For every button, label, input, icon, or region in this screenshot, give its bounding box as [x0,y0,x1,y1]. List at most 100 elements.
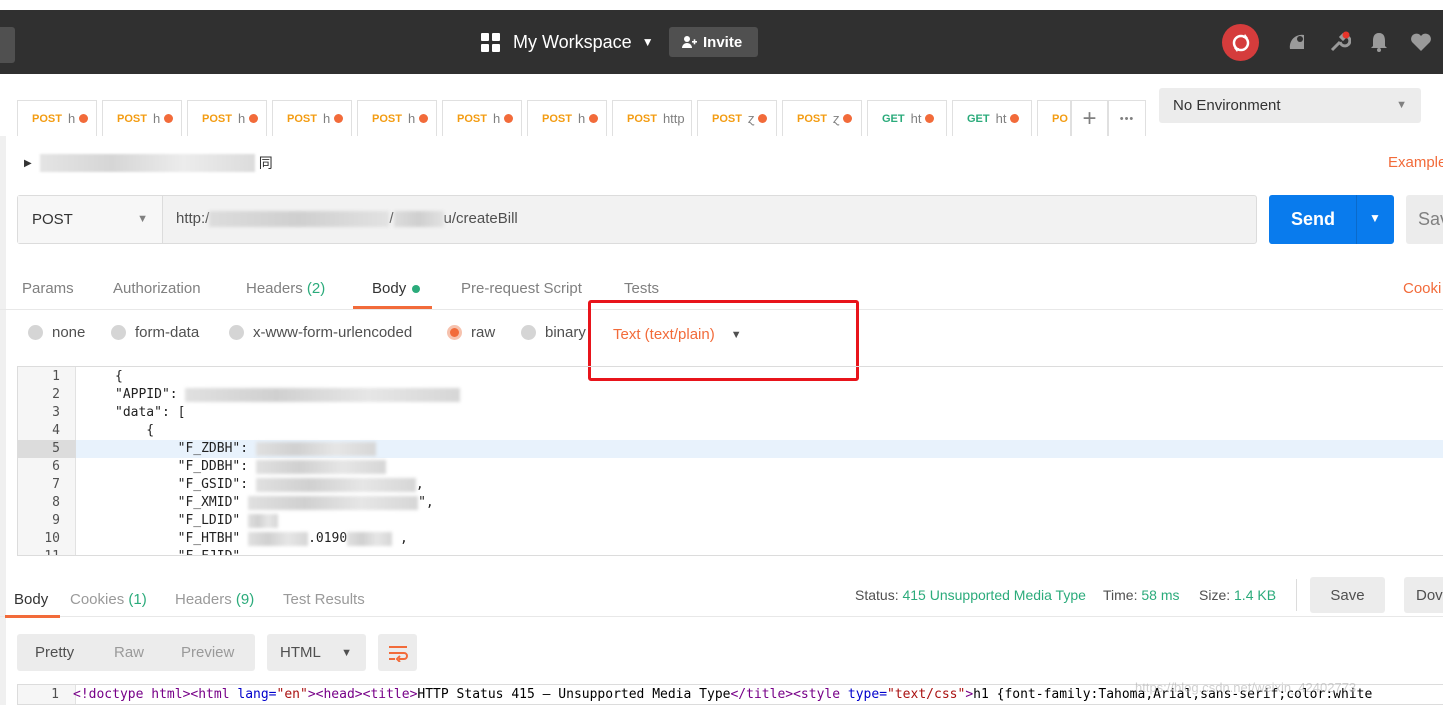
radio-circle [229,325,244,340]
request-tab[interactable]: POST h [187,100,267,136]
radio-none[interactable]: none [28,324,85,341]
workspace-switcher[interactable]: My Workspace ▼ [481,30,654,54]
radio-binary[interactable]: binary [521,324,586,341]
unsaved-dot [334,114,344,123]
add-tab-button[interactable]: + [1071,100,1108,136]
watermark: https://blog.csdn.net/weixin_42402773 [1135,680,1357,695]
format-select[interactable]: HTML ▼ [267,634,366,671]
radio-label: none [52,324,86,341]
tab-body[interactable]: Body [372,280,421,297]
tab-method: GET [882,112,905,125]
response-tab-headers[interactable]: Headers (9) [175,591,254,608]
line-number: 2 [52,387,60,402]
tab-prerequest-script[interactable]: Pre-request Script [461,280,582,297]
save-response-button[interactable]: Save [1310,577,1385,613]
code-text: "APPID": [115,386,461,404]
more-tabs-button[interactable]: ••• [1108,100,1146,136]
environment-select[interactable]: No Environment ▼ [1159,88,1421,123]
request-tab[interactable]: POST h [442,100,522,136]
send-divider [1356,195,1357,244]
tab-authorization[interactable]: Authorization [113,280,201,297]
code-line: 1{ [18,368,1443,386]
line-number: 1 [18,685,76,704]
request-tab[interactable]: POST http [612,100,692,136]
code-line: 7 "F_GSID": , [18,476,1443,494]
tab-headers[interactable]: Headers (2) [246,280,325,297]
radio-urlencoded[interactable]: x-www-form-urlencoded [229,324,412,341]
view-preview[interactable]: Preview [181,644,234,661]
tab-method: POST [627,112,657,125]
unsaved-dot [758,114,768,123]
response-tab-test-results[interactable]: Test Results [283,591,365,608]
save-request-button[interactable]: Sav [1406,195,1443,244]
plus-icon: + [1082,104,1097,132]
request-tab[interactable]: POST h [357,100,437,136]
request-tab[interactable]: POST h [102,100,182,136]
ellipsis-icon: ••• [1119,112,1135,125]
line-number: 7 [52,477,60,492]
code-key: "F_ZDBH": [115,441,249,456]
status-value: 415 Unsupported Media Type [902,587,1086,603]
sync-icon[interactable] [1222,24,1259,61]
request-tab[interactable]: PO [1037,100,1071,136]
line-number: 11 [18,548,76,555]
size-value: 1.4 KB [1234,587,1277,603]
view-raw[interactable]: Raw [114,644,144,661]
unsaved-dot [249,114,259,123]
redacted-value [255,441,376,456]
send-label: Send [1291,209,1336,229]
tab-name: h [67,111,76,126]
settings-wrench-icon[interactable] [1328,30,1352,54]
response-tab-cookies[interactable]: Cookies (1) [70,591,147,608]
download-button[interactable]: Dov [1404,577,1443,613]
chevron-down-icon: ▼ [1396,99,1407,111]
request-tab[interactable]: GET ht [952,100,1032,136]
tab-params[interactable]: Params [22,280,74,297]
view-pretty[interactable]: Pretty [35,644,74,661]
body-editor[interactable]: 1{ 2 "APPID": 3 "data": [ 4 { 5 "F_ZDBH": … [17,366,1443,556]
tab-method: POST [797,112,827,125]
new-button-edge[interactable] [0,27,15,63]
interceptor-icon[interactable] [1285,30,1309,54]
radio-form-data[interactable]: form-data [111,324,199,341]
method-select[interactable]: POST ▼ [18,196,163,243]
url-suffix: u/createBill [443,210,518,227]
breadcrumb[interactable]: ▶ 同 [24,152,273,174]
environment-value: No Environment [1173,97,1281,114]
tab-tests[interactable]: Tests [624,280,659,297]
url-input[interactable]: http:/ / u/createBill [176,210,518,227]
chevron-down-icon[interactable]: ▼ [1369,211,1381,225]
request-tab[interactable]: POST ɀ [697,100,777,136]
send-button[interactable]: Send ▼ [1269,195,1394,244]
tab-name: ɀ [832,111,840,126]
invite-button[interactable]: Invite [669,27,758,57]
redacted-value [255,477,416,492]
code-key: "F_HTBH" [115,531,241,546]
tab-method: POST [712,112,742,125]
request-tab[interactable]: POST h [272,100,352,136]
window-top-strip [0,0,1443,10]
heart-icon[interactable] [1409,30,1433,54]
radio-label: form-data [135,324,200,341]
request-tab[interactable]: POST h [527,100,607,136]
request-tab[interactable]: POST h [17,100,97,136]
response-tab-body[interactable]: Body [14,591,48,608]
radio-raw[interactable]: raw [447,324,495,341]
request-tab[interactable]: GET ht [867,100,947,136]
tab-name: http [662,111,685,126]
code-tag: <html [190,687,238,702]
bell-icon[interactable] [1367,30,1391,54]
examples-link[interactable]: Example [1388,154,1443,171]
request-tab[interactable]: POST ɀ [782,100,862,136]
caret-right-icon: ▶ [24,157,32,169]
tab-name: ht [910,111,922,126]
code-line: 6 "F_DDBH": [18,458,1443,476]
code-attr: lang= [237,687,277,702]
cookies-link[interactable]: Cooki [1403,280,1441,297]
wrap-lines-icon[interactable] [378,634,417,671]
tab-name: h [577,111,586,126]
radio-label: binary [545,324,586,341]
save-label: Save [1330,586,1365,604]
status-label: Status: [855,587,899,603]
app-header: My Workspace ▼ Invite [0,10,1443,74]
